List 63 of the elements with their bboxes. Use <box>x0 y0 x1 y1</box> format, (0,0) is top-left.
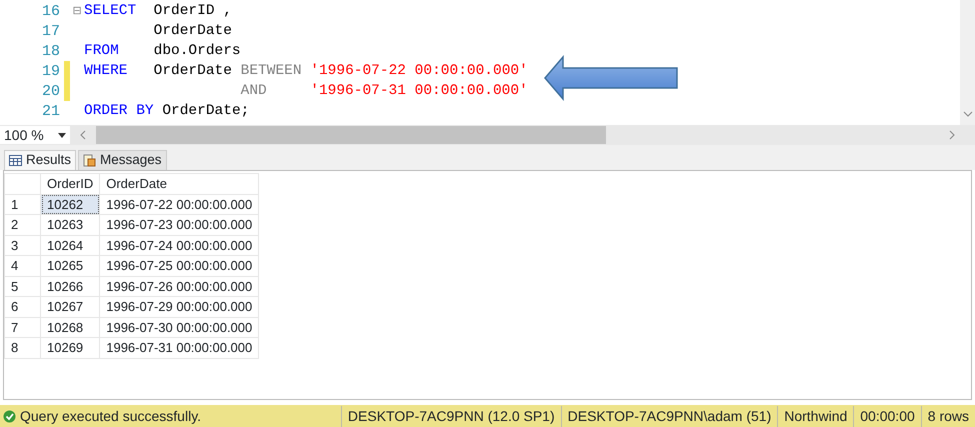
row-number: 2 <box>4 214 40 235</box>
code-text: dbo.Orders <box>152 43 241 59</box>
row-number: 3 <box>4 235 40 256</box>
grid-icon <box>9 155 22 166</box>
table-cell: 1996-07-24 00:00:00.000 <box>100 235 259 256</box>
row-number: 5 <box>4 276 40 296</box>
table-cell: 1996-07-29 00:00:00.000 <box>100 296 259 317</box>
sql-keyword: ORDER BY <box>84 103 154 119</box>
table-cell: 10267 <box>40 296 100 317</box>
code-text: OrderID , <box>152 3 232 19</box>
table-cell: 1996-07-26 00:00:00.000 <box>100 276 259 296</box>
table-cell: 10262 <box>40 194 100 214</box>
zoom-dropdown[interactable]: 100 % <box>0 126 70 144</box>
scrollbar-thumb[interactable] <box>96 126 606 144</box>
sql-operator: BETWEEN <box>240 63 302 79</box>
code-text: OrderDate <box>152 63 232 79</box>
messages-tab[interactable]: Messages <box>78 150 167 170</box>
line-number: 17 <box>40 22 61 40</box>
document-icon <box>83 154 96 167</box>
string-literal: '1996-07-22 00:00:00.000' <box>309 63 528 79</box>
row-number: 7 <box>4 317 40 338</box>
code-text: OrderDate <box>152 23 232 39</box>
line-number: 21 <box>40 102 61 120</box>
row-number: 6 <box>4 296 40 317</box>
sql-operator: AND <box>240 83 267 99</box>
column-header: OrderDate <box>100 174 259 194</box>
string-literal: '1996-07-31 00:00:00.000' <box>309 83 528 99</box>
table-cell: 10266 <box>40 276 100 296</box>
table-cell: 10264 <box>40 235 100 256</box>
table-cell: 10268 <box>40 317 100 338</box>
table-cell: 1996-07-25 00:00:00.000 <box>100 256 259 276</box>
line-number: 20 <box>40 82 61 100</box>
table-cell: 1996-07-22 00:00:00.000 <box>100 194 259 214</box>
caret-icon <box>58 132 66 138</box>
scroll-right-icon[interactable] <box>949 130 955 140</box>
table-cell: 10269 <box>40 338 100 358</box>
code-text: OrderDate; <box>161 103 250 119</box>
success-icon <box>3 410 16 422</box>
status-field: DESKTOP-7AC9PNN (12.0 SP1) <box>340 406 561 426</box>
collapse-toggle[interactable]: ⊟ <box>70 6 84 16</box>
line-number: 16 <box>40 2 61 20</box>
table-cell: 1996-07-31 00:00:00.000 <box>100 338 259 358</box>
status-field: Northwind <box>777 406 854 426</box>
status-message: Query executed successfully. <box>20 406 202 426</box>
scroll-down-icon[interactable] <box>963 111 973 117</box>
row-number: 4 <box>4 256 40 276</box>
sql-keyword: WHERE <box>84 63 128 79</box>
table-cell: 10265 <box>40 256 100 276</box>
results-tab[interactable]: Results <box>4 150 76 170</box>
arrow-icon <box>543 55 679 101</box>
table-cell: 1996-07-23 00:00:00.000 <box>100 214 259 235</box>
line-number: 18 <box>40 42 61 60</box>
status-field: 00:00:00 <box>853 406 921 426</box>
scroll-left-icon[interactable] <box>80 130 86 140</box>
line-number: 19 <box>40 62 61 80</box>
sql-keyword: FROM <box>84 43 119 59</box>
table-cell: 10263 <box>40 214 100 235</box>
row-number: 8 <box>4 338 40 358</box>
status-field: 8 rows <box>920 406 975 426</box>
table-cell: 1996-07-30 00:00:00.000 <box>100 317 259 338</box>
column-header: OrderID <box>40 174 100 194</box>
sql-keyword: SELECT <box>84 3 136 19</box>
status-field: DESKTOP-7AC9PNN\adam (51) <box>560 406 778 426</box>
